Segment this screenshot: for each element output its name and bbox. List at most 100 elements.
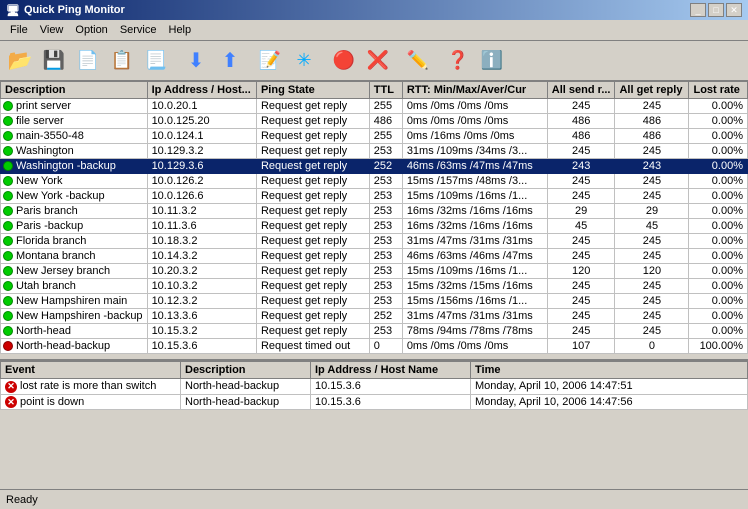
cell-state: Request get reply <box>256 219 369 234</box>
minimize-button[interactable]: _ <box>690 3 706 17</box>
cell-reply: 29 <box>615 204 689 219</box>
cell-ttl: 253 <box>369 249 402 264</box>
cell-rtt: 15ms /32ms /15ms /16ms <box>402 279 547 294</box>
event-cell-desc: North-head-backup <box>181 394 311 410</box>
cell-rtt: 31ms /47ms /31ms /31ms <box>402 234 547 249</box>
cell-lost: 0.00% <box>689 324 748 339</box>
cell-rtt: 0ms /0ms /0ms /0ms <box>402 339 547 354</box>
table-row[interactable]: file server 10.0.125.20 Request get repl… <box>1 114 748 129</box>
menu-help[interactable]: Help <box>163 22 198 38</box>
edit-button[interactable]: ✏️ <box>402 46 434 76</box>
cell-state: Request get reply <box>256 294 369 309</box>
save-button[interactable]: 💾 <box>38 46 70 76</box>
table-header-row: Description Ip Address / Host... Ping St… <box>1 82 748 99</box>
close-button[interactable]: ✕ <box>726 3 742 17</box>
event-header-row: Event Description Ip Address / Host Name… <box>1 362 748 379</box>
green-dot-icon <box>3 236 13 246</box>
main-table: Description Ip Address / Host... Ping St… <box>0 81 748 354</box>
cell-reply: 245 <box>615 234 689 249</box>
table-row[interactable]: Washington -backup 10.129.3.6 Request ge… <box>1 159 748 174</box>
menu-file[interactable]: File <box>4 22 34 38</box>
event-cell-ip: 10.15.3.6 <box>311 379 471 395</box>
green-dot-icon <box>3 326 13 336</box>
help-button[interactable]: ❓ <box>442 46 474 76</box>
table-row[interactable]: Paris branch 10.11.3.2 Request get reply… <box>1 204 748 219</box>
cell-desc: North-head <box>1 324 148 339</box>
cell-desc: North-head-backup <box>1 339 148 354</box>
cell-lost: 0.00% <box>689 159 748 174</box>
menu-option[interactable]: Option <box>69 22 113 38</box>
cell-send: 243 <box>547 159 615 174</box>
table-row[interactable]: New Jersey branch 10.20.3.2 Request get … <box>1 264 748 279</box>
cell-ttl: 255 <box>369 99 402 114</box>
table-row[interactable]: New York -backup 10.0.126.6 Request get … <box>1 189 748 204</box>
table-row[interactable]: New Hampshiren main 10.12.3.2 Request ge… <box>1 294 748 309</box>
event-cell-ip: 10.15.3.6 <box>311 394 471 410</box>
menu-service[interactable]: Service <box>114 22 163 38</box>
new-button[interactable]: 📄 <box>72 46 104 76</box>
cell-desc: New Hampshiren -backup <box>1 309 148 324</box>
cell-ip: 10.20.3.2 <box>147 264 256 279</box>
table-row[interactable]: main-3550-48 10.0.124.1 Request get repl… <box>1 129 748 144</box>
window-controls: _ □ ✕ <box>690 3 742 17</box>
cell-reply: 245 <box>615 279 689 294</box>
table-row[interactable]: New Hampshiren -backup 10.13.3.6 Request… <box>1 309 748 324</box>
cell-desc: Washington -backup <box>1 159 148 174</box>
star-button[interactable]: ✳ <box>288 46 320 76</box>
window-title: 🖥 Quick Ping Monitor <box>6 4 125 17</box>
up-button[interactable]: ⬆ <box>214 46 246 76</box>
table-row[interactable]: New York 10.0.126.2 Request get reply 25… <box>1 174 748 189</box>
event-row[interactable]: ✕lost rate is more than switch North-hea… <box>1 379 748 395</box>
green-dot-icon <box>3 311 13 321</box>
cell-ttl: 253 <box>369 204 402 219</box>
cell-lost: 0.00% <box>689 279 748 294</box>
cell-lost: 0.00% <box>689 129 748 144</box>
event-header-desc: Description <box>181 362 311 379</box>
event-section: Event Description Ip Address / Host Name… <box>0 361 748 491</box>
paste-button[interactable]: 📃 <box>140 46 172 76</box>
menu-bar: File View Option Service Help <box>0 20 748 41</box>
new-icon: 📄 <box>77 50 99 71</box>
table-row[interactable]: Utah branch 10.10.3.2 Request get reply … <box>1 279 748 294</box>
cell-state: Request get reply <box>256 309 369 324</box>
cell-state: Request get reply <box>256 234 369 249</box>
cell-ip: 10.129.3.2 <box>147 144 256 159</box>
table-row[interactable]: print server 10.0.20.1 Request get reply… <box>1 99 748 114</box>
cell-ip: 10.14.3.2 <box>147 249 256 264</box>
info-button[interactable]: ℹ️ <box>476 46 508 76</box>
green-dot-icon <box>3 101 13 111</box>
stop-icon: 🔴 <box>333 50 355 71</box>
open-folder-button[interactable]: 📂 <box>4 46 36 76</box>
table-row[interactable]: North-head 10.15.3.2 Request get reply 2… <box>1 324 748 339</box>
cell-rtt: 0ms /0ms /0ms /0ms <box>402 99 547 114</box>
cell-reply: 120 <box>615 264 689 279</box>
event-row[interactable]: ✕point is down North-head-backup 10.15.3… <box>1 394 748 410</box>
table-row[interactable]: Washington 10.129.3.2 Request get reply … <box>1 144 748 159</box>
cell-rtt: 16ms /32ms /16ms /16ms <box>402 204 547 219</box>
cell-ttl: 253 <box>369 264 402 279</box>
cell-send: 107 <box>547 339 615 354</box>
table-row[interactable]: Montana branch 10.14.3.2 Request get rep… <box>1 249 748 264</box>
event-header-time: Time <box>471 362 748 379</box>
cell-state: Request get reply <box>256 114 369 129</box>
down-button[interactable]: ⬇ <box>180 46 212 76</box>
open-folder-icon: 📂 <box>8 48 33 73</box>
cell-state: Request get reply <box>256 159 369 174</box>
cell-desc: Montana branch <box>1 249 148 264</box>
table-row[interactable]: Paris -backup 10.11.3.6 Request get repl… <box>1 219 748 234</box>
menu-view[interactable]: View <box>34 22 70 38</box>
cell-reply: 0 <box>615 339 689 354</box>
cell-reply: 486 <box>615 129 689 144</box>
cell-rtt: 0ms /16ms /0ms /0ms <box>402 129 547 144</box>
cell-lost: 0.00% <box>689 114 748 129</box>
cell-send: 245 <box>547 234 615 249</box>
stop-button[interactable]: 🔴 <box>328 46 360 76</box>
table-row[interactable]: North-head-backup 10.15.3.6 Request time… <box>1 339 748 354</box>
cell-ttl: 253 <box>369 174 402 189</box>
cell-ttl: 253 <box>369 279 402 294</box>
xstop-button[interactable]: ❌ <box>362 46 394 76</box>
add-button[interactable]: 📝 <box>254 46 286 76</box>
maximize-button[interactable]: □ <box>708 3 724 17</box>
table-row[interactable]: Florida branch 10.18.3.2 Request get rep… <box>1 234 748 249</box>
copy-button[interactable]: 📋 <box>106 46 138 76</box>
